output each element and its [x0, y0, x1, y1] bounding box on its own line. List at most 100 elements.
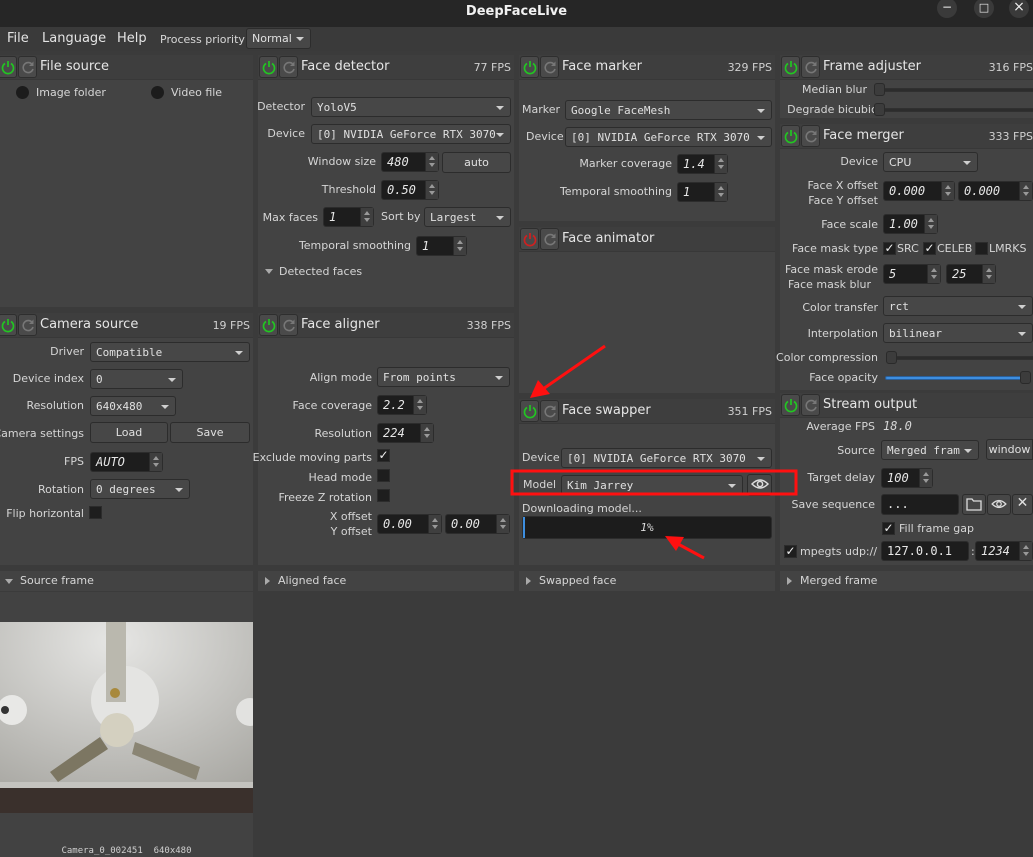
- flip-horizontal-checkbox[interactable]: [89, 506, 102, 519]
- reset-icon[interactable]: [801, 56, 820, 78]
- reset-icon[interactable]: [540, 228, 559, 250]
- x-offset-spinbox[interactable]: 0.000: [883, 181, 955, 201]
- source-frame-caption: Camera_0_002451 640x480: [61, 846, 192, 856]
- align-mode-select[interactable]: From points: [377, 367, 510, 387]
- power-on-icon[interactable]: [520, 56, 539, 78]
- reset-icon[interactable]: [801, 394, 820, 416]
- reset-icon[interactable]: [801, 125, 820, 147]
- rotation-select[interactable]: 0 degrees: [90, 479, 190, 499]
- reset-icon[interactable]: [540, 56, 559, 78]
- process-priority-select[interactable]: Normal: [246, 28, 311, 49]
- max-faces-spinbox[interactable]: 1: [323, 207, 374, 227]
- face-coverage-spinbox[interactable]: 2.2: [377, 395, 427, 415]
- color-transfer-select[interactable]: rct: [883, 296, 1033, 316]
- face-opacity-slider[interactable]: [885, 376, 1030, 380]
- device-select[interactable]: [0] NVIDIA GeForce RTX 3070: [311, 124, 511, 144]
- head-mode-checkbox[interactable]: [377, 469, 390, 482]
- median-blur-slider[interactable]: [878, 88, 1033, 92]
- freeze-z-checkbox[interactable]: [377, 489, 390, 502]
- x-offset-spinbox[interactable]: 0.00: [377, 514, 442, 534]
- power-on-icon[interactable]: [0, 314, 17, 336]
- source-select[interactable]: Merged fram: [881, 440, 979, 460]
- fill-frame-gap-checkbox[interactable]: ✓: [882, 522, 895, 535]
- power-on-icon[interactable]: [259, 56, 278, 78]
- driver-select[interactable]: Compatible: [90, 342, 250, 362]
- reset-icon[interactable]: [279, 56, 298, 78]
- device-select[interactable]: [0] NVIDIA GeForce RTX 3070: [565, 127, 772, 147]
- window-size-spinbox[interactable]: 480: [381, 152, 439, 172]
- model-select[interactable]: Kim Jarrey: [561, 475, 743, 495]
- video-file-radio[interactable]: [151, 86, 164, 99]
- window-button[interactable]: window: [986, 439, 1033, 460]
- reset-icon[interactable]: [540, 400, 559, 422]
- mask-celeb-checkbox[interactable]: ✓: [923, 242, 936, 255]
- slider-handle[interactable]: [874, 83, 885, 96]
- menu-help[interactable]: Help: [117, 31, 147, 46]
- threshold-spinbox[interactable]: 0.50: [381, 180, 439, 200]
- fps-spinbox[interactable]: AUTO: [90, 452, 163, 472]
- menu-language[interactable]: Language: [42, 31, 106, 46]
- value: 25: [952, 267, 967, 281]
- clear-sequence-button[interactable]: ✕: [1012, 494, 1033, 515]
- resolution-select[interactable]: 640x480: [90, 396, 176, 416]
- power-on-icon[interactable]: [0, 56, 17, 78]
- degrade-bicubic-slider[interactable]: [878, 108, 1033, 112]
- mask-lmrks-checkbox[interactable]: [975, 242, 988, 255]
- power-off-icon[interactable]: [520, 228, 539, 250]
- save-sequence-input[interactable]: ...: [881, 494, 959, 515]
- resolution-spinbox[interactable]: 224: [377, 423, 434, 443]
- exclude-moving-parts-checkbox[interactable]: ✓: [377, 449, 390, 462]
- source-frame-toggle[interactable]: Source frame: [0, 571, 253, 591]
- swapped-face-toggle[interactable]: Swapped face: [519, 571, 775, 591]
- mask-blur-spinbox[interactable]: 25: [946, 264, 996, 284]
- udp-host-input[interactable]: 127.0.0.1: [881, 541, 969, 561]
- close-icon: ✕: [1016, 495, 1029, 511]
- merged-frame-toggle[interactable]: Merged frame: [780, 571, 1033, 591]
- mask-erode-label: Face mask erode: [785, 263, 878, 276]
- target-delay-spinbox[interactable]: 100: [881, 468, 933, 488]
- reset-icon[interactable]: [18, 56, 37, 78]
- detector-select[interactable]: YoloV5: [311, 97, 511, 117]
- color-compression-slider[interactable]: [888, 356, 1033, 360]
- menu-file[interactable]: File: [7, 31, 29, 46]
- aligned-face-toggle[interactable]: Aligned face: [258, 571, 514, 591]
- device-select[interactable]: [0] NVIDIA GeForce RTX 3070: [561, 448, 772, 468]
- slider-handle[interactable]: [874, 103, 885, 116]
- marker-select[interactable]: Google FaceMesh: [565, 100, 772, 120]
- mask-erode-spinbox[interactable]: 5: [883, 264, 941, 284]
- power-on-icon[interactable]: [781, 56, 800, 78]
- face-aligner-panel: Face aligner 338 FPS Align mode From poi…: [253, 313, 514, 565]
- power-on-icon[interactable]: [259, 314, 278, 336]
- load-settings-button[interactable]: Load: [90, 422, 168, 443]
- face-scale-spinbox[interactable]: 1.00: [883, 214, 938, 234]
- power-on-icon[interactable]: [520, 400, 539, 422]
- head-mode-label: Head mode: [308, 471, 372, 484]
- sort-by-select[interactable]: Largest: [424, 207, 511, 227]
- detected-faces-toggle[interactable]: Detected faces: [279, 265, 362, 278]
- view-sequence-button[interactable]: [987, 494, 1011, 515]
- temporal-smoothing-spinbox[interactable]: 1: [416, 236, 467, 256]
- mask-src-checkbox[interactable]: ✓: [883, 242, 896, 255]
- slider-handle[interactable]: [1020, 371, 1031, 384]
- auto-button[interactable]: auto: [442, 152, 511, 173]
- udp-port-spinbox[interactable]: 1234: [975, 541, 1033, 561]
- open-folder-button[interactable]: [962, 494, 986, 515]
- power-on-icon[interactable]: [781, 394, 800, 416]
- y-offset-spinbox[interactable]: 0.000: [958, 181, 1033, 201]
- image-folder-radio[interactable]: [16, 86, 29, 99]
- device-select[interactable]: CPU: [883, 152, 978, 172]
- y-offset-spinbox[interactable]: 0.00: [445, 514, 510, 534]
- reset-icon[interactable]: [279, 314, 298, 336]
- temporal-smoothing-spinbox[interactable]: 1: [677, 182, 728, 202]
- device-index-select[interactable]: 0: [90, 369, 183, 389]
- slider-handle[interactable]: [886, 351, 897, 364]
- marker-coverage-spinbox[interactable]: 1.4: [677, 154, 728, 174]
- expand-icon[interactable]: [265, 269, 273, 274]
- interpolation-select[interactable]: bilinear: [883, 323, 1033, 343]
- model-info-button[interactable]: [747, 474, 772, 496]
- save-settings-button[interactable]: Save: [170, 422, 250, 443]
- power-on-icon[interactable]: [781, 125, 800, 147]
- process-priority-label: Process priority: [160, 33, 245, 46]
- mpegts-checkbox[interactable]: ✓: [784, 545, 797, 558]
- reset-icon[interactable]: [18, 314, 37, 336]
